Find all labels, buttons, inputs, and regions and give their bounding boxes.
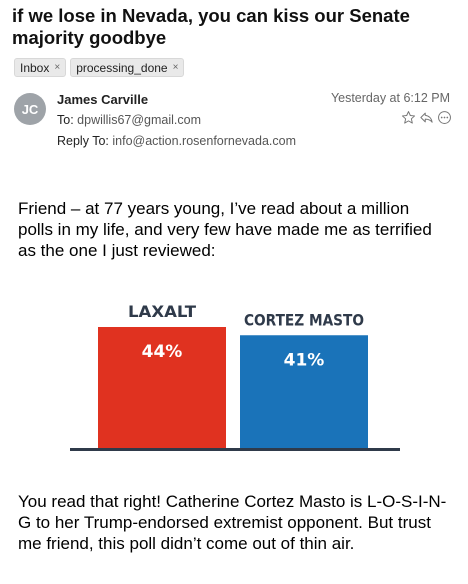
poll-bar-chart: LAXALT 44% CORTEZ MASTO 41% [70,302,400,451]
tag-inbox[interactable]: Inbox × [14,58,67,77]
tag-processing-done[interactable]: processing_done × [70,58,185,77]
category-label: LAXALT [128,302,196,321]
more-icon[interactable] [437,110,452,125]
category-label: CORTEZ MASTO [244,310,364,329]
email-date: Yesterday at 6:12 PM [330,91,450,105]
tag-label: Inbox [20,60,50,75]
reply-to-line: Reply To: info@action.rosenfornevada.com [57,134,296,148]
sender-name[interactable]: James Carville [57,92,148,107]
baseline-axis [70,448,400,451]
to-line: To: dpwillis67@gmail.com [57,113,201,127]
star-icon[interactable] [401,110,416,125]
reply-to-address[interactable]: info@action.rosenfornevada.com [112,134,296,148]
body-paragraph-1: Friend – at 77 years young, I’ve read ab… [18,199,432,260]
data-label: 44% [142,342,183,362]
to-address[interactable]: dpwillis67@gmail.com [77,113,201,127]
remove-tag-icon[interactable]: × [173,62,179,73]
data-label: 41% [284,350,325,370]
avatar: JC [14,93,46,125]
message-actions [401,110,452,125]
to-label: To: [57,113,74,127]
tag-label: processing_done [76,60,168,75]
reply-to-label: Reply To: [57,134,109,148]
reply-icon[interactable] [419,110,434,125]
email-subject: if we lose in Nevada, you can kiss our S… [12,5,410,48]
body-paragraph-2: You read that right! Catherine Cortez Ma… [18,492,447,553]
tag-list: Inbox × processing_done × [14,58,185,77]
remove-tag-icon[interactable]: × [54,62,60,73]
